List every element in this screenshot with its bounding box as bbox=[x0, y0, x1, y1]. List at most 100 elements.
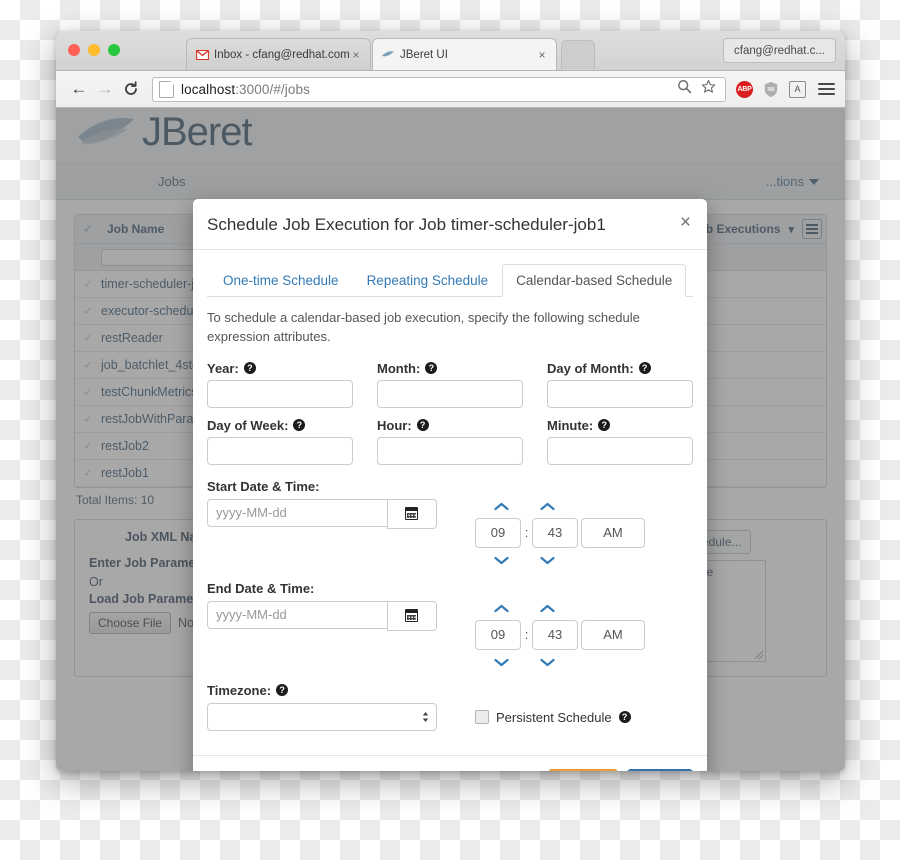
start-hour-value[interactable]: 09 bbox=[475, 517, 521, 548]
schedule-type-tabs: One-time Schedule Repeating Schedule Cal… bbox=[207, 264, 693, 297]
new-tab-button[interactable] bbox=[561, 40, 595, 69]
end-time-picker: 09 : 43 AM bbox=[475, 601, 645, 669]
minimize-window-button[interactable] bbox=[88, 44, 100, 56]
hour-input[interactable] bbox=[377, 436, 523, 465]
cancel-button[interactable]: Cancel bbox=[547, 768, 618, 771]
help-icon[interactable]: ? bbox=[618, 711, 631, 724]
help-icon[interactable]: ? bbox=[638, 362, 651, 375]
end-datetime-block: End Date & Time: yyyy-MM-dd 09: 43 AM bbox=[207, 581, 693, 669]
start-minute-up-icon[interactable] bbox=[533, 499, 562, 513]
browser-extensions: ABP A bbox=[736, 80, 835, 98]
end-minute-value[interactable]: 43 bbox=[532, 619, 578, 650]
help-icon[interactable]: ? bbox=[598, 419, 611, 432]
address-bar-url: localhost:3000/#/jobs bbox=[181, 82, 310, 97]
reload-icon[interactable] bbox=[118, 76, 144, 102]
day-of-month-input[interactable] bbox=[547, 379, 693, 408]
help-icon[interactable]: ? bbox=[293, 419, 306, 432]
start-hour-up-icon[interactable] bbox=[487, 499, 516, 513]
persistent-schedule-checkbox[interactable] bbox=[475, 710, 489, 725]
browser-toolbar: ← → localhost:3000/#/jobs ABP A bbox=[56, 71, 845, 108]
end-date-input[interactable] bbox=[207, 600, 387, 629]
start-date-calendar-button[interactable] bbox=[386, 498, 437, 529]
modal-footer: Cancel OK bbox=[193, 754, 707, 771]
modal-header: Schedule Job Execution for Job timer-sch… bbox=[193, 199, 707, 250]
browser-tab-jberet[interactable]: JBeret UI × bbox=[372, 38, 557, 70]
help-icon[interactable]: ? bbox=[243, 362, 256, 375]
bookmark-star-icon[interactable] bbox=[701, 79, 716, 99]
chrome-menu-icon[interactable] bbox=[818, 83, 835, 95]
timezone-row: Timezone: ? Persistent Schedule ? bbox=[207, 683, 693, 731]
ok-button[interactable]: OK bbox=[627, 768, 693, 771]
page-viewport: JBeret Jobs ...tions ✓ Job Name Jo bbox=[56, 108, 845, 771]
field-label-month: Month: bbox=[377, 360, 421, 376]
timezone-select[interactable] bbox=[207, 702, 437, 731]
start-date-input[interactable] bbox=[207, 498, 387, 527]
tab-repeating-schedule[interactable]: Repeating Schedule bbox=[353, 264, 503, 297]
minute-input[interactable] bbox=[547, 436, 693, 465]
end-hour-value[interactable]: 09 bbox=[475, 619, 521, 650]
search-icon[interactable] bbox=[677, 79, 692, 99]
end-hour-down-icon[interactable] bbox=[487, 655, 516, 669]
end-date-group bbox=[207, 600, 437, 631]
maximize-window-button[interactable] bbox=[108, 44, 120, 56]
end-minute-up-icon[interactable] bbox=[533, 601, 562, 615]
start-datetime-block: Start Date & Time: yyyy-MM-dd 09: 43 AM bbox=[207, 479, 693, 567]
modal-title: Schedule Job Execution for Job timer-sch… bbox=[207, 215, 606, 234]
address-bar[interactable]: localhost:3000/#/jobs bbox=[152, 76, 726, 102]
start-meridiem-toggle[interactable]: AM bbox=[581, 517, 645, 548]
close-window-button[interactable] bbox=[68, 44, 80, 56]
field-month: Month:? bbox=[377, 361, 523, 408]
persistent-schedule-label: Persistent Schedule bbox=[496, 709, 612, 725]
calendar-attributes-grid: Year:? Month:? Day of Month:? Day of Wee… bbox=[207, 361, 693, 465]
url-path: :3000/#/jobs bbox=[235, 81, 310, 97]
calendar-icon bbox=[405, 609, 419, 623]
browser-tab-title: Inbox - cfang@redhat.com bbox=[214, 48, 350, 61]
schedule-job-modal: Schedule Job Execution for Job timer-sch… bbox=[193, 199, 707, 771]
browser-window: Inbox - cfang@redhat.com × JBeret UI × c… bbox=[56, 31, 845, 771]
help-icon[interactable]: ? bbox=[425, 362, 438, 375]
end-hour-up-icon[interactable] bbox=[487, 601, 516, 615]
window-traffic-lights bbox=[68, 44, 120, 56]
close-icon[interactable]: × bbox=[350, 49, 362, 61]
close-icon[interactable]: × bbox=[670, 213, 691, 232]
back-icon[interactable]: ← bbox=[66, 76, 92, 102]
field-label-day-of-month: Day of Month: bbox=[547, 360, 634, 376]
start-minute-value[interactable]: 43 bbox=[532, 517, 578, 548]
end-minute-down-icon[interactable] bbox=[533, 655, 562, 669]
modal-description: To schedule a calendar-based job executi… bbox=[207, 310, 640, 344]
browser-tab-gmail[interactable]: Inbox - cfang@redhat.com × bbox=[186, 38, 371, 70]
time-colon: : bbox=[524, 627, 529, 643]
calendar-icon bbox=[405, 507, 419, 521]
gmail-icon bbox=[195, 48, 209, 62]
start-time-picker: 09 : 43 AM bbox=[475, 499, 645, 567]
month-input[interactable] bbox=[377, 379, 523, 408]
shield-icon[interactable] bbox=[763, 81, 779, 98]
close-icon[interactable]: × bbox=[536, 49, 548, 61]
year-input[interactable] bbox=[207, 379, 353, 408]
help-icon[interactable]: ? bbox=[416, 419, 429, 432]
field-label-minute: Minute: bbox=[547, 417, 594, 433]
start-minute-down-icon[interactable] bbox=[533, 553, 562, 567]
field-day-of-week: Day of Week:? bbox=[207, 418, 353, 465]
tab-calendar-based-schedule[interactable]: Calendar-based Schedule bbox=[502, 264, 687, 297]
field-label-year: Year: bbox=[207, 360, 239, 376]
modal-body: One-time Schedule Repeating Schedule Cal… bbox=[193, 250, 707, 741]
tab-one-time-schedule[interactable]: One-time Schedule bbox=[209, 264, 353, 297]
end-meridiem-toggle[interactable]: AM bbox=[581, 619, 645, 650]
field-year: Year:? bbox=[207, 361, 353, 408]
day-of-week-input[interactable] bbox=[207, 436, 353, 465]
forward-icon[interactable]: → bbox=[92, 76, 118, 102]
profile-button[interactable]: cfang@redhat.c... bbox=[723, 38, 836, 63]
start-date-group bbox=[207, 498, 437, 529]
adblock-plus-icon[interactable]: ABP bbox=[736, 80, 753, 98]
start-hour-down-icon[interactable] bbox=[487, 553, 516, 567]
jberet-icon bbox=[381, 48, 395, 62]
page-document-icon bbox=[159, 80, 174, 98]
field-minute: Minute:? bbox=[547, 418, 693, 465]
start-datetime-label: Start Date & Time: bbox=[207, 478, 320, 494]
dictionary-icon[interactable]: A bbox=[789, 80, 806, 98]
browser-tab-strip: Inbox - cfang@redhat.com × JBeret UI × c… bbox=[56, 31, 845, 71]
help-icon[interactable]: ? bbox=[276, 684, 289, 697]
end-date-calendar-button[interactable] bbox=[386, 600, 437, 631]
url-host: localhost bbox=[181, 81, 236, 97]
